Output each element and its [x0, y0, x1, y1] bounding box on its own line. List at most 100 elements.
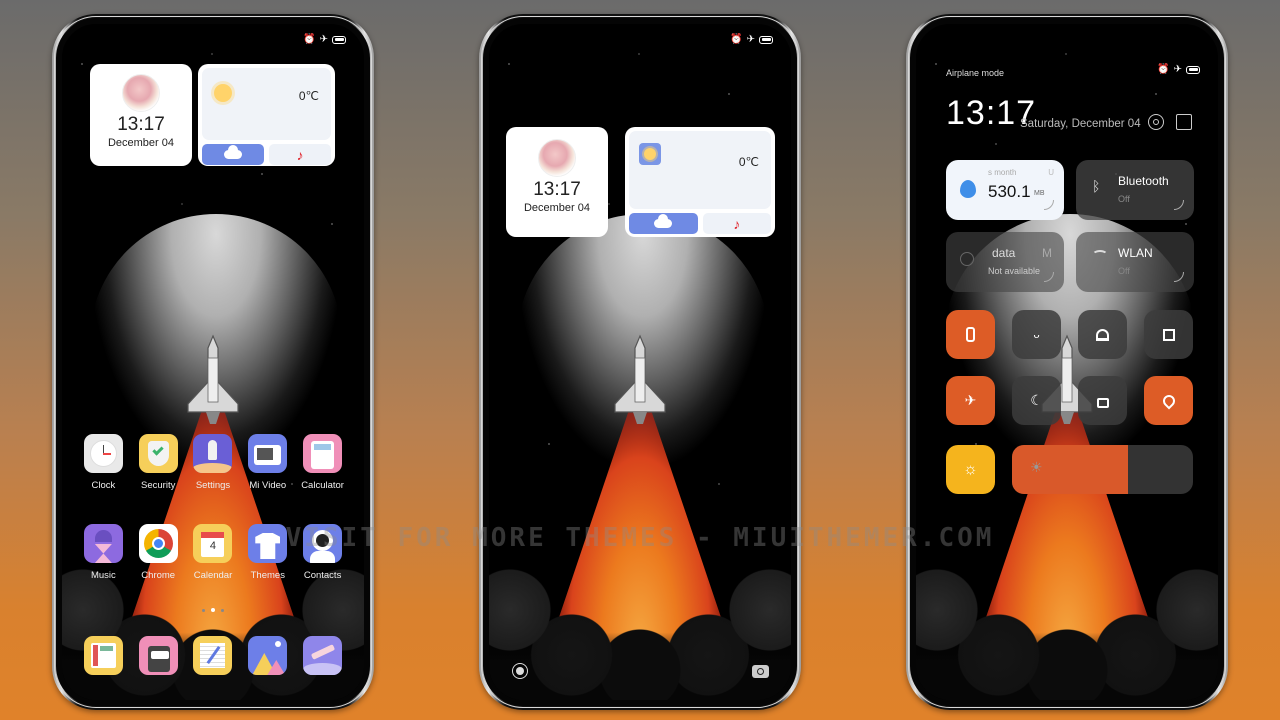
- weather-widget[interactable]: 0℃ ♪: [198, 64, 335, 166]
- avatar: [122, 74, 160, 112]
- dark-mode-icon: ☾: [1030, 392, 1043, 408]
- chrome-icon: [138, 524, 178, 563]
- cloud-icon: [224, 145, 242, 159]
- dock-telescope[interactable]: [295, 636, 350, 675]
- music-hourglass-icon: [83, 524, 123, 563]
- mobile-data-title-trail: M: [1042, 246, 1052, 260]
- data-usage-tile[interactable]: s month U 530.1 MB: [946, 160, 1064, 220]
- avatar: [538, 139, 576, 177]
- app-contacts[interactable]: Contacts: [295, 524, 350, 581]
- expand-arc-icon: [1174, 200, 1184, 210]
- app-settings[interactable]: Settings: [186, 434, 241, 491]
- app-mi-video[interactable]: Mi Video: [240, 434, 295, 491]
- phone-control-center: Airplane mode ⏰ ✈ 13:17 Saturday, Decemb…: [906, 14, 1228, 710]
- screenshot-crop-icon: [1162, 328, 1175, 341]
- status-label: Airplane mode: [946, 68, 1005, 78]
- app-label: Calendar: [193, 570, 233, 581]
- app-grid-row-1: Clock Security Settings Mi Video Calcula…: [76, 434, 350, 491]
- settings-ring-icon[interactable]: [1148, 114, 1164, 130]
- temperature: 0℃: [298, 89, 319, 103]
- bluetooth-status: Off: [1118, 194, 1130, 204]
- expand-arc-icon: [1044, 200, 1054, 210]
- widget-time: 13:17: [533, 179, 581, 200]
- airplane-icon: ✈: [964, 392, 977, 408]
- water-drop-icon: [960, 180, 976, 198]
- data-usage-label-trail: U: [1048, 168, 1054, 177]
- assistant-shortcut[interactable]: [511, 662, 529, 680]
- page-dot[interactable]: [202, 608, 205, 612]
- wifi-icon: [1092, 250, 1108, 260]
- page-dot-active[interactable]: [211, 608, 215, 612]
- shield-check-icon: [138, 434, 178, 473]
- torch-toggle[interactable]: ᴗ: [1012, 310, 1061, 359]
- wlan-title: WLAN: [1118, 246, 1153, 260]
- assistant-icon: [512, 663, 528, 679]
- status-bar: ⏰ ✈: [1157, 64, 1200, 75]
- widget-date: December 04: [107, 137, 175, 149]
- mobile-data-icon: [960, 252, 974, 266]
- app-label: Settings: [195, 480, 231, 491]
- battery-icon: [1186, 65, 1200, 74]
- brightness-slider[interactable]: ☀: [1012, 445, 1193, 494]
- app-security[interactable]: Security: [131, 434, 186, 491]
- mobile-data-title: data: [992, 246, 1016, 260]
- app-themes[interactable]: Themes: [240, 524, 295, 581]
- camera-icon: [751, 664, 769, 678]
- airplane-toggle[interactable]: ✈: [946, 376, 995, 425]
- airplane-icon: ✈: [746, 34, 755, 45]
- vibrate-toggle[interactable]: [946, 310, 995, 359]
- shuttle-icon: [187, 334, 239, 424]
- wlan-tile[interactable]: WLAN Off: [1076, 232, 1194, 292]
- location-toggle[interactable]: [1144, 376, 1193, 425]
- app-calendar[interactable]: 4 Calendar: [186, 524, 241, 581]
- rocket-icon: [193, 434, 233, 473]
- app-label: Security: [141, 480, 176, 491]
- page-indicator[interactable]: [202, 608, 224, 612]
- sun-icon: [214, 84, 232, 102]
- app-music[interactable]: Music: [76, 524, 131, 581]
- phone-icon: [83, 636, 123, 675]
- weather-button[interactable]: [202, 144, 264, 165]
- bell-icon: [1096, 328, 1109, 341]
- music-button[interactable]: ♪: [269, 144, 331, 165]
- phone-lock-screen: ⏰ ✈ 13:17 December 04 0℃ ♪: [479, 14, 801, 710]
- app-calculator[interactable]: Calculator: [295, 434, 350, 491]
- dark-mode-toggle[interactable]: ☾: [1012, 376, 1061, 425]
- dock-notes[interactable]: [186, 636, 241, 675]
- app-label: Contacts: [303, 570, 342, 581]
- page-dot[interactable]: [221, 608, 224, 612]
- screen: Airplane mode ⏰ ✈ 13:17 Saturday, Decemb…: [910, 18, 1224, 706]
- clock-icon: [83, 434, 123, 473]
- gallery-icon: [248, 636, 288, 675]
- battery-icon: [332, 35, 346, 44]
- music-button[interactable]: ♪: [702, 213, 771, 234]
- wallpaper-clouds: [916, 550, 1218, 700]
- music-note-icon: ♪: [296, 146, 304, 163]
- battery-icon: [759, 35, 773, 44]
- bluetooth-tile[interactable]: ᛒ Bluetooth Off: [1076, 160, 1194, 220]
- expand-arc-icon: [1174, 272, 1184, 282]
- tv-icon: [248, 434, 288, 473]
- mobile-data-tile[interactable]: data M Not available: [946, 232, 1064, 292]
- camera-shortcut[interactable]: [751, 662, 769, 680]
- clock-widget[interactable]: 13:17 December 04: [90, 64, 192, 166]
- status-bar: ⏰ ✈: [303, 34, 346, 45]
- weather-button[interactable]: [629, 213, 698, 234]
- weather-widget[interactable]: 0℃ ♪: [625, 127, 775, 237]
- data-usage-label: s month: [988, 168, 1017, 177]
- location-icon: [1160, 392, 1177, 409]
- edit-icon[interactable]: [1176, 114, 1192, 130]
- auto-brightness-toggle[interactable]: ☼: [946, 445, 995, 494]
- app-chrome[interactable]: Chrome: [131, 524, 186, 581]
- dock-messaging[interactable]: [131, 636, 186, 675]
- dock-gallery[interactable]: [240, 636, 295, 675]
- rotation-lock-toggle[interactable]: [1078, 376, 1127, 425]
- vibrate-icon: [966, 327, 975, 342]
- screenshot-toggle[interactable]: [1144, 310, 1193, 359]
- dock-phone[interactable]: [76, 636, 131, 675]
- bell-toggle[interactable]: [1078, 310, 1127, 359]
- app-clock[interactable]: Clock: [76, 434, 131, 491]
- calculator-icon: [303, 434, 343, 473]
- calendar-icon: 4: [193, 524, 233, 563]
- clock-widget[interactable]: 13:17 December 04: [506, 127, 608, 237]
